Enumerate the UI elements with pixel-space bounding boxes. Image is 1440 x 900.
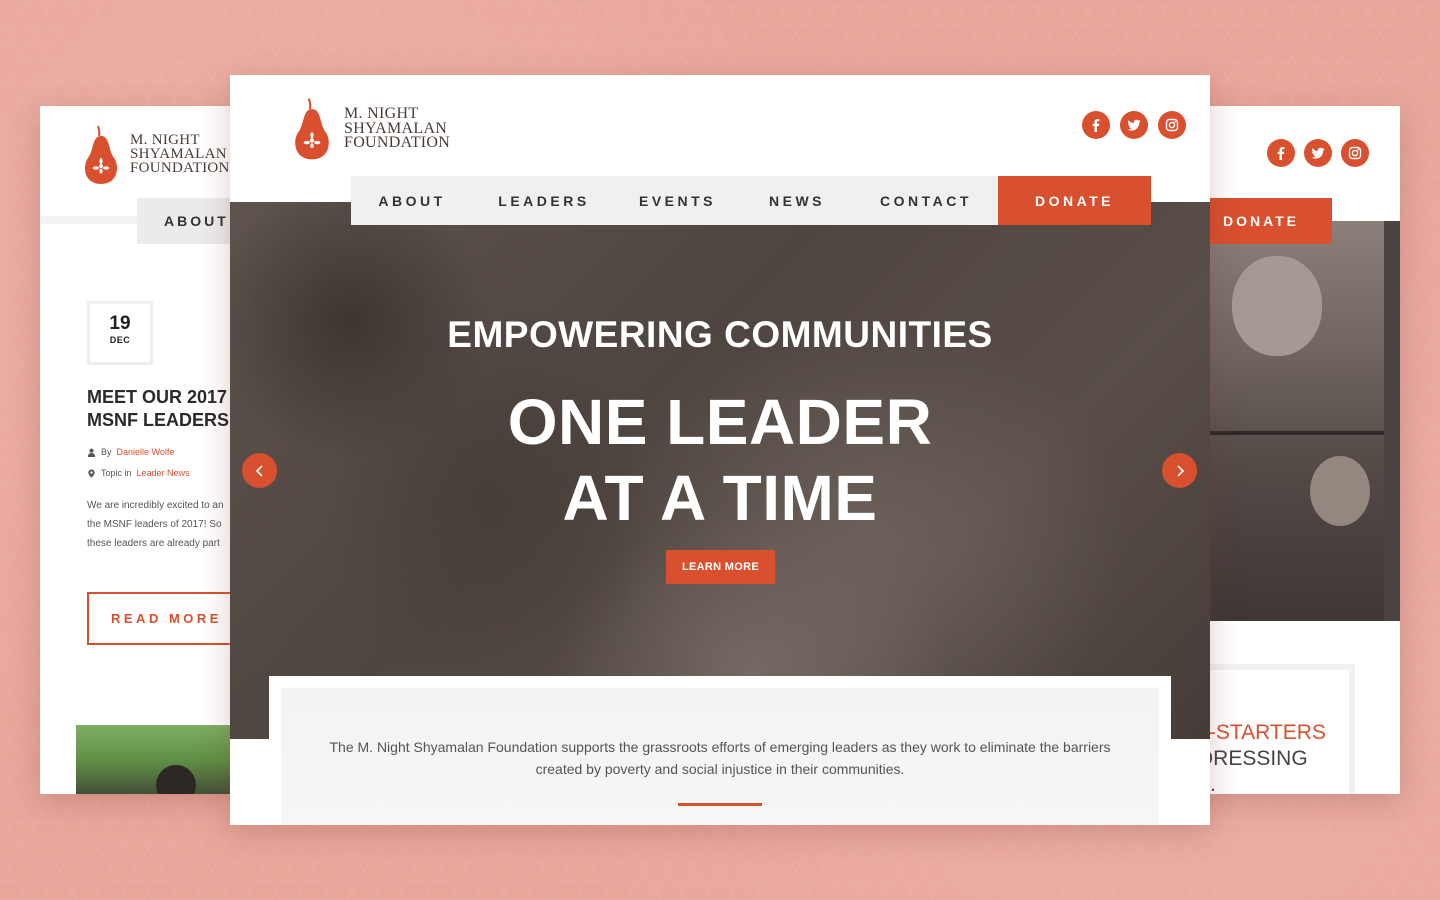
accent-divider bbox=[678, 803, 762, 806]
read-more-button[interactable]: READ MORE bbox=[87, 592, 240, 645]
hero-title: ONE LEADER AT A TIME bbox=[507, 386, 933, 534]
nav-item-about[interactable]: ABOUT bbox=[351, 176, 473, 225]
logo-text: M. Night Shyamalan Foundation bbox=[130, 132, 230, 176]
post-date-month: DEC bbox=[109, 334, 131, 345]
twitter-icon[interactable] bbox=[1120, 111, 1148, 139]
instagram-icon[interactable] bbox=[1341, 139, 1369, 167]
author-link[interactable]: Danielle Wolfe bbox=[117, 447, 175, 457]
leaders-page-preview: DONATE F-STARTERS DRESSING S. bbox=[1190, 106, 1400, 794]
hero-subtitle: EMPOWERING COMMUNITIES bbox=[447, 314, 993, 355]
main-nav: ABOUT LEADERS EVENTS NEWS CONTACT DONATE bbox=[351, 176, 1151, 225]
intro-text: The M. Night Shyamalan Foundation suppor… bbox=[329, 739, 1111, 777]
section-heading: F-STARTERS DRESSING S. bbox=[1196, 721, 1326, 794]
slider-next-button[interactable] bbox=[1162, 453, 1197, 488]
social-links bbox=[1082, 111, 1186, 139]
post-date-badge: 19 DEC bbox=[87, 301, 153, 365]
social-links bbox=[1267, 139, 1369, 167]
facebook-icon[interactable] bbox=[1267, 139, 1295, 167]
intro-panel-inner: The M. Night Shyamalan Foundation suppor… bbox=[281, 688, 1159, 825]
post-topic-meta: Topic in Leader News bbox=[87, 468, 190, 478]
leader-photo-collage bbox=[1210, 221, 1400, 621]
hero-slider: EMPOWERING COMMUNITIES ONE LEADER AT A T… bbox=[230, 202, 1210, 739]
topic-link[interactable]: Leader News bbox=[137, 468, 190, 478]
nav-item-leaders[interactable]: LEADERS bbox=[473, 176, 615, 225]
pear-logo-icon bbox=[295, 98, 329, 160]
learn-more-button[interactable]: LEARN MORE bbox=[666, 550, 775, 584]
post-author-meta: By Danielle Wolfe bbox=[87, 447, 174, 457]
blog-page-preview: M. Night Shyamalan Foundation ABOUT 19 D… bbox=[40, 106, 240, 794]
logo-text: M. Night Shyamalan Foundation bbox=[344, 104, 451, 152]
instagram-icon[interactable] bbox=[1158, 111, 1186, 139]
slider-prev-button[interactable] bbox=[242, 453, 277, 488]
pear-logo-icon bbox=[84, 125, 118, 184]
nav-item-contact[interactable]: CONTACT bbox=[854, 176, 998, 225]
logo[interactable]: M. Night Shyamalan Foundation bbox=[290, 95, 450, 163]
homepage-preview: M. Night Shyamalan Foundation EMPOWERING… bbox=[230, 75, 1210, 825]
nav-item-news[interactable]: NEWS bbox=[740, 176, 854, 225]
post-excerpt: We are incredibly excited to an the MSNF… bbox=[87, 500, 224, 549]
map-pin-icon bbox=[88, 468, 95, 478]
chevron-right-icon bbox=[1176, 464, 1184, 477]
donate-button[interactable]: DONATE bbox=[998, 176, 1151, 225]
nav-item-events[interactable]: EVENTS bbox=[615, 176, 740, 225]
post-date-day: 19 bbox=[109, 313, 131, 334]
donate-button[interactable]: DONATE bbox=[1190, 198, 1332, 244]
post-thumbnail-image[interactable] bbox=[76, 725, 240, 794]
user-icon bbox=[87, 448, 96, 457]
twitter-icon[interactable] bbox=[1304, 139, 1332, 167]
intro-panel: The M. Night Shyamalan Foundation suppor… bbox=[269, 676, 1171, 825]
facebook-icon[interactable] bbox=[1082, 111, 1110, 139]
chevron-left-icon bbox=[255, 464, 263, 477]
logo[interactable]: M. Night Shyamalan Foundation bbox=[80, 124, 230, 186]
nav-item-about[interactable]: ABOUT bbox=[137, 198, 240, 244]
post-title[interactable]: MEET OUR 2017 MSNF LEADERS bbox=[87, 386, 240, 433]
